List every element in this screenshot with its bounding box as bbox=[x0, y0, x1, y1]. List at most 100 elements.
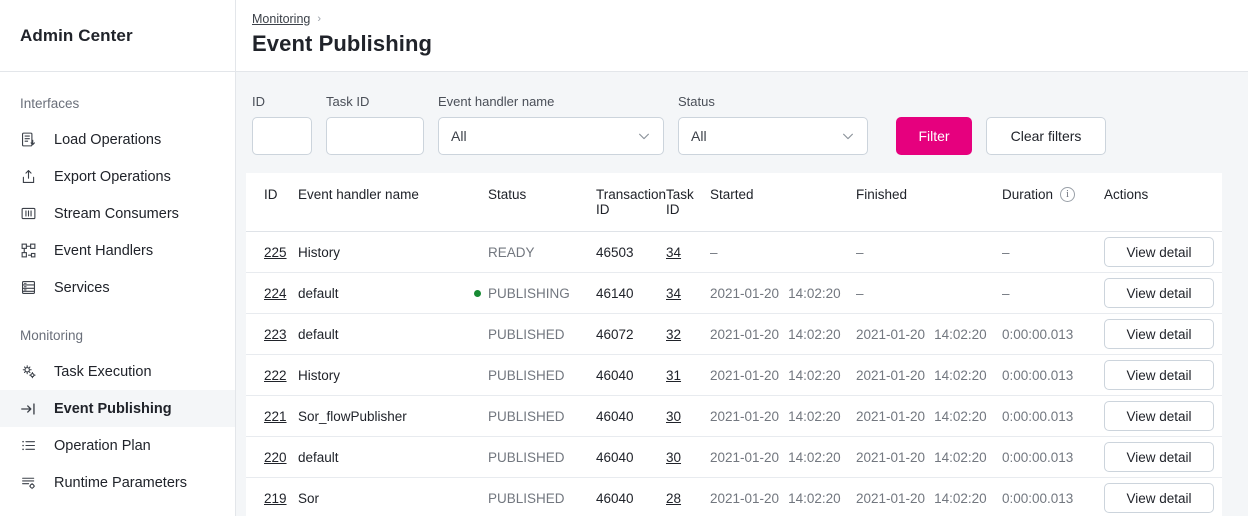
sidebar-item-services[interactable]: Services bbox=[0, 269, 235, 306]
cell-task-id: 31 bbox=[666, 355, 710, 396]
handler-select[interactable]: All bbox=[438, 117, 664, 155]
cell-id: 219 bbox=[246, 478, 298, 516]
cell-actions: View detail bbox=[1104, 437, 1222, 478]
status-text: PUBLISHED bbox=[488, 368, 565, 383]
sidebar-item-operation-plan[interactable]: Operation Plan bbox=[0, 427, 235, 464]
sidebar-item-export-operations[interactable]: Export Operations bbox=[0, 158, 235, 195]
cell-actions: View detail bbox=[1104, 273, 1222, 314]
cell-handler-name: default bbox=[298, 273, 488, 314]
transaction-id-text: 46040 bbox=[596, 491, 634, 506]
sidebar-item-runtime-parameters[interactable]: Runtime Parameters bbox=[0, 464, 235, 501]
column-header-task-id[interactable]: Task ID bbox=[666, 173, 710, 232]
column-header-duration[interactable]: Duration i bbox=[1002, 173, 1104, 232]
started-time: 14:02:20 bbox=[788, 286, 841, 301]
column-label-actions: Actions bbox=[1104, 187, 1148, 202]
started-date: 2021-01-20 bbox=[710, 368, 779, 383]
cell-task-id: 30 bbox=[666, 437, 710, 478]
sidebar-item-task-execution[interactable]: Task Execution bbox=[0, 353, 235, 390]
duration-text: 0:00:00.013 bbox=[1002, 409, 1073, 424]
cell-started: 2021-01-2014:02:20 bbox=[710, 437, 856, 478]
started-datetime: 2021-01-20 14:02:20 bbox=[710, 368, 841, 383]
row-id-link[interactable]: 220 bbox=[264, 450, 287, 465]
finished-time: 14:02:20 bbox=[934, 491, 987, 506]
row-task-id-link[interactable]: 28 bbox=[666, 491, 681, 506]
handler-name-text: default bbox=[298, 286, 339, 301]
sidebar-item-label: Task Execution bbox=[54, 364, 152, 380]
sidebar-group-spacer bbox=[0, 306, 235, 322]
finished-datetime: 2021-01-2014:02:20 bbox=[856, 450, 987, 465]
finished-datetime: 2021-01-2014:02:20 bbox=[856, 327, 987, 342]
finished-datetime: 2021-01-2014:02:20 bbox=[856, 491, 987, 506]
handler-name-text: default bbox=[298, 327, 339, 342]
row-id-link[interactable]: 219 bbox=[264, 491, 287, 506]
column-header-id[interactable]: ID bbox=[246, 173, 298, 232]
sidebar-item-label: Operation Plan bbox=[54, 438, 151, 454]
row-task-id-link[interactable]: 30 bbox=[666, 409, 681, 424]
view-detail-button[interactable]: View detail bbox=[1104, 319, 1214, 349]
info-icon[interactable]: i bbox=[1060, 187, 1075, 202]
handler-name-text: default bbox=[298, 450, 339, 465]
row-task-id-link[interactable]: 32 bbox=[666, 327, 681, 342]
column-header-status[interactable]: Status bbox=[488, 173, 596, 232]
sidebar-item-event-publishing[interactable]: Event Publishing bbox=[0, 390, 235, 427]
cell-transaction-id: 46503 bbox=[596, 232, 666, 273]
clear-filters-button[interactable]: Clear filters bbox=[986, 117, 1106, 155]
view-detail-button[interactable]: View detail bbox=[1104, 278, 1214, 308]
table-row: 219SorPUBLISHED46040282021-01-2014:02:20… bbox=[246, 478, 1222, 516]
breadcrumb-link-monitoring[interactable]: Monitoring bbox=[252, 12, 310, 26]
table-row: 222HistoryPUBLISHED46040312021-01-2014:0… bbox=[246, 355, 1222, 396]
cell-id: 223 bbox=[246, 314, 298, 355]
column-header-finished[interactable]: Finished bbox=[856, 173, 1002, 232]
row-id-link[interactable]: 222 bbox=[264, 368, 287, 383]
cell-transaction-id: 46040 bbox=[596, 478, 666, 516]
page-header: Monitoring › Event Publishing bbox=[236, 0, 1248, 72]
cell-transaction-id: 46040 bbox=[596, 396, 666, 437]
handler-name-text: History bbox=[298, 368, 340, 383]
chevron-down-icon bbox=[841, 129, 855, 143]
cell-id: 225 bbox=[246, 232, 298, 273]
transaction-id-text: 46140 bbox=[596, 286, 634, 301]
filter-button[interactable]: Filter bbox=[896, 117, 972, 155]
finished-date: 2021-01-20 bbox=[856, 409, 925, 424]
column-header-started[interactable]: Started bbox=[710, 173, 856, 232]
view-detail-button[interactable]: View detail bbox=[1104, 483, 1214, 513]
task-id-input[interactable] bbox=[326, 117, 424, 155]
gears-icon bbox=[20, 363, 42, 381]
status-select[interactable]: All bbox=[678, 117, 868, 155]
upload-box-icon bbox=[20, 168, 42, 186]
duration-text: 0:00:00.013 bbox=[1002, 450, 1073, 465]
sidebar-item-label: Event Handlers bbox=[54, 243, 153, 259]
started-time: 14:02:20 bbox=[788, 368, 841, 383]
column-header-transaction-id[interactable]: Transaction ID bbox=[596, 173, 666, 232]
view-detail-button[interactable]: View detail bbox=[1104, 237, 1214, 267]
cell-handler-name: default bbox=[298, 314, 488, 355]
column-header-name[interactable]: Event handler name bbox=[298, 173, 488, 232]
view-detail-button[interactable]: View detail bbox=[1104, 360, 1214, 390]
view-detail-button[interactable]: View detail bbox=[1104, 401, 1214, 431]
column-label-id: ID bbox=[264, 187, 278, 202]
finished-time: 14:02:20 bbox=[934, 409, 987, 424]
id-input[interactable] bbox=[252, 117, 312, 155]
sidebar-item-stream-consumers[interactable]: Stream Consumers bbox=[0, 195, 235, 232]
row-id-link[interactable]: 225 bbox=[264, 245, 287, 260]
duration-text: 0:00:00.013 bbox=[1002, 368, 1073, 383]
finished-date: 2021-01-20 bbox=[856, 368, 925, 383]
row-task-id-link[interactable]: 34 bbox=[666, 245, 681, 260]
view-detail-button[interactable]: View detail bbox=[1104, 442, 1214, 472]
row-id-link[interactable]: 223 bbox=[264, 327, 287, 342]
started-datetime: 2021-01-2014:02:20 bbox=[710, 327, 841, 342]
sidebar-item-event-handlers[interactable]: Event Handlers bbox=[0, 232, 235, 269]
sidebar-item-load-operations[interactable]: Load Operations bbox=[0, 121, 235, 158]
column-label-finished: Finished bbox=[856, 187, 907, 202]
row-task-id-link[interactable]: 30 bbox=[666, 450, 681, 465]
row-task-id-link[interactable]: 34 bbox=[666, 286, 681, 301]
duration-text: – bbox=[1002, 245, 1010, 260]
row-id-link[interactable]: 224 bbox=[264, 286, 287, 301]
row-task-id-link[interactable]: 31 bbox=[666, 368, 681, 383]
column-label-transaction-id: Transaction ID bbox=[596, 187, 666, 217]
cell-started: 2021-01-2014:02:20 bbox=[710, 478, 856, 516]
events-table-container: ID Event handler name Status Transaction… bbox=[246, 173, 1222, 516]
sidebar-group-label-interfaces: Interfaces bbox=[0, 90, 235, 121]
cell-finished: – bbox=[856, 232, 1002, 273]
row-id-link[interactable]: 221 bbox=[264, 409, 287, 424]
